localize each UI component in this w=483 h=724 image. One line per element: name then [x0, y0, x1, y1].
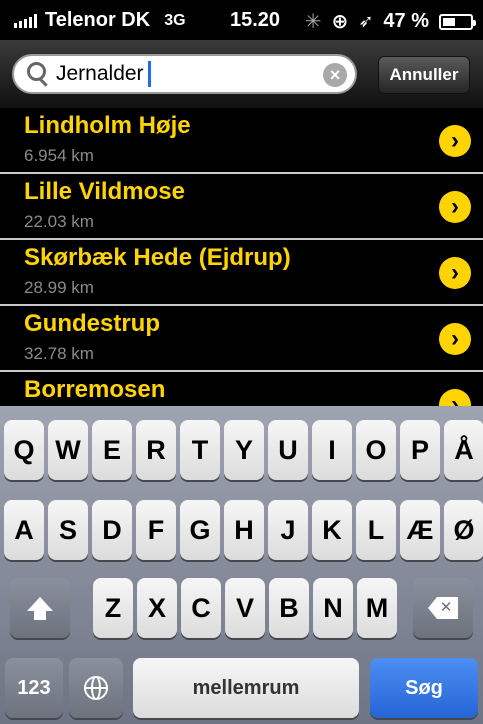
result-row[interactable]: Skørbæk Hede (Ejdrup) 28.99 km › [0, 240, 483, 306]
key-z[interactable]: Z [93, 578, 133, 638]
status-left: Telenor DK 3G [14, 9, 186, 32]
key-å[interactable]: Å [444, 420, 483, 480]
key-d[interactable]: D [92, 500, 132, 560]
search-icon [24, 60, 52, 88]
status-time: 15.20 [230, 9, 281, 31]
text-cursor [147, 61, 151, 87]
battery-percent: 47 % [383, 10, 429, 32]
result-name: Borremosen [24, 376, 166, 403]
key-k[interactable]: K [312, 500, 352, 560]
key-w[interactable]: W [48, 420, 88, 480]
key-g[interactable]: G [180, 500, 220, 560]
key-t[interactable]: T [180, 420, 220, 480]
backspace-key[interactable]: ✕ [413, 578, 473, 638]
key-l[interactable]: L [356, 500, 396, 560]
result-row[interactable]: Gundestrup 32.78 km › [0, 306, 483, 372]
key-r[interactable]: R [136, 420, 176, 480]
activity-spinner-icon: ✳ [304, 11, 322, 33]
key-s[interactable]: S [48, 500, 88, 560]
result-distance: 6.954 km [24, 146, 94, 165]
globe-icon [84, 676, 108, 700]
key-q[interactable]: Q [4, 420, 44, 480]
key-n[interactable]: N [313, 578, 353, 638]
key-y[interactable]: Y [224, 420, 264, 480]
key-e[interactable]: E [92, 420, 132, 480]
result-name: Gundestrup [24, 310, 160, 337]
key-v[interactable]: V [225, 578, 265, 638]
key-u[interactable]: U [268, 420, 308, 480]
key-j[interactable]: J [268, 500, 308, 560]
numbers-key[interactable]: 123 [5, 658, 63, 718]
location-arrow-icon: ➶ [358, 11, 374, 31]
key-x[interactable]: X [137, 578, 177, 638]
status-bar: Telenor DK 3G 15.20 ✳ ⊕ ➶ 47 % [0, 0, 483, 40]
key-p[interactable]: P [400, 420, 440, 480]
result-row[interactable]: Lille Vildmose 22.03 km › [0, 174, 483, 240]
result-distance: 32.78 km [24, 344, 94, 363]
search-input[interactable]: Jernalder × [12, 54, 357, 94]
result-distance: 22.03 km [24, 212, 94, 231]
key-a[interactable]: A [4, 500, 44, 560]
result-distance: 28.99 km [24, 278, 94, 297]
key-o[interactable]: O [356, 420, 396, 480]
globe-key[interactable] [69, 658, 123, 718]
result-row[interactable]: Borremosen › [0, 372, 483, 408]
search-bar: Jernalder × Annuller [0, 40, 483, 109]
search-query[interactable]: Jernalder [56, 62, 144, 86]
backspace-icon: ✕ [428, 597, 458, 619]
key-f[interactable]: F [136, 500, 176, 560]
result-row[interactable]: Lindholm Høje 6.954 km › [0, 108, 483, 174]
battery-icon [439, 13, 476, 30]
key-æ[interactable]: Æ [400, 500, 440, 560]
carrier-name: Telenor DK [45, 9, 151, 31]
key-m[interactable]: M [357, 578, 397, 638]
chevron-right-icon[interactable]: › [439, 125, 471, 157]
chevron-right-icon[interactable]: › [439, 257, 471, 289]
result-name: Skørbæk Hede (Ejdrup) [24, 244, 291, 271]
key-ø[interactable]: Ø [444, 500, 483, 560]
cancel-button[interactable]: Annuller [378, 56, 470, 94]
result-name: Lindholm Høje [24, 112, 191, 139]
search-return-key[interactable]: Søg [370, 658, 478, 718]
shift-key[interactable] [10, 578, 70, 638]
keyboard: QWERTYUIOPÅ ASDFGHJKLÆØ ZXCVBNM ✕ 123 me… [0, 406, 483, 724]
key-i[interactable]: I [312, 420, 352, 480]
shift-arrow-icon [27, 597, 53, 620]
rotation-lock-icon: ⊕ [331, 11, 349, 33]
space-key[interactable]: mellemrum [133, 658, 359, 718]
key-b[interactable]: B [269, 578, 309, 638]
result-name: Lille Vildmose [24, 178, 185, 205]
key-h[interactable]: H [224, 500, 264, 560]
network-type: 3G [164, 11, 186, 29]
key-c[interactable]: C [181, 578, 221, 638]
signal-strength-icon [14, 13, 37, 28]
chevron-right-icon[interactable]: › [439, 323, 471, 355]
clear-icon[interactable]: × [323, 63, 347, 87]
status-right: ✳ ⊕ ➶ 47 % [304, 9, 476, 34]
chevron-right-icon[interactable]: › [439, 191, 471, 223]
results-list: Lindholm Høje 6.954 km › Lille Vildmose … [0, 108, 483, 408]
